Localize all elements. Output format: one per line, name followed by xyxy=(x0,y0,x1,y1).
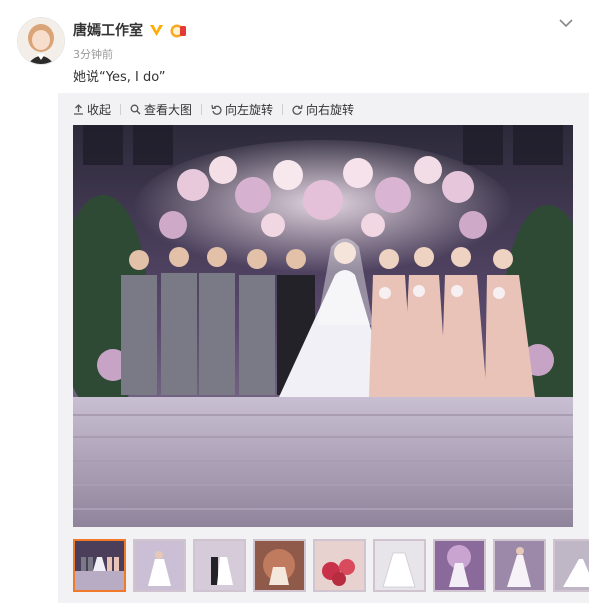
thumbnail-8[interactable] xyxy=(493,539,546,592)
collapse-arrow-icon xyxy=(74,103,83,115)
thumbnail-7[interactable] xyxy=(433,539,486,592)
divider xyxy=(282,103,284,115)
collapse-label: 收起 xyxy=(87,102,112,117)
rotate-left-button[interactable]: 向左旋转 xyxy=(211,101,273,118)
magnifier-icon xyxy=(130,104,141,114)
post-time[interactable]: 3分钟前 xyxy=(73,46,113,62)
thumbnail-strip xyxy=(73,539,589,594)
post-text: 她说“Yes, I do” xyxy=(73,70,166,85)
thumbnail-5[interactable] xyxy=(313,539,366,592)
thumbnail-6[interactable] xyxy=(373,539,426,592)
divider xyxy=(120,103,122,115)
avatar[interactable] xyxy=(17,17,65,65)
view-large-label: 查看大图 xyxy=(144,102,193,117)
thumbnail-4[interactable] xyxy=(253,539,306,592)
view-large-button[interactable]: 查看大图 xyxy=(130,101,192,118)
image-toolbar: 收起 查看大图 向左旋转 向右旋转 xyxy=(73,100,354,118)
rotate-right-label: 向右旋转 xyxy=(306,102,355,117)
divider xyxy=(201,103,203,115)
username[interactable]: 唐嫣工作室 xyxy=(73,20,143,40)
rotate-right-icon xyxy=(292,104,303,115)
thumbnail-2[interactable] xyxy=(133,539,186,592)
verified-icon xyxy=(149,23,164,38)
thumbnail-1[interactable] xyxy=(73,539,126,592)
thumbnail-9[interactable] xyxy=(553,539,589,592)
main-photo[interactable] xyxy=(73,125,573,527)
post-author[interactable]: 唐嫣工作室 xyxy=(73,20,187,40)
thumbnail-3[interactable] xyxy=(193,539,246,592)
rotate-left-label: 向左旋转 xyxy=(225,102,274,117)
collapse-button[interactable]: 收起 xyxy=(73,101,111,118)
rotate-right-button[interactable]: 向右旋转 xyxy=(292,101,354,118)
vip-badge-icon xyxy=(169,23,187,38)
rotate-left-icon xyxy=(211,104,222,115)
chevron-down-icon[interactable] xyxy=(558,14,574,28)
